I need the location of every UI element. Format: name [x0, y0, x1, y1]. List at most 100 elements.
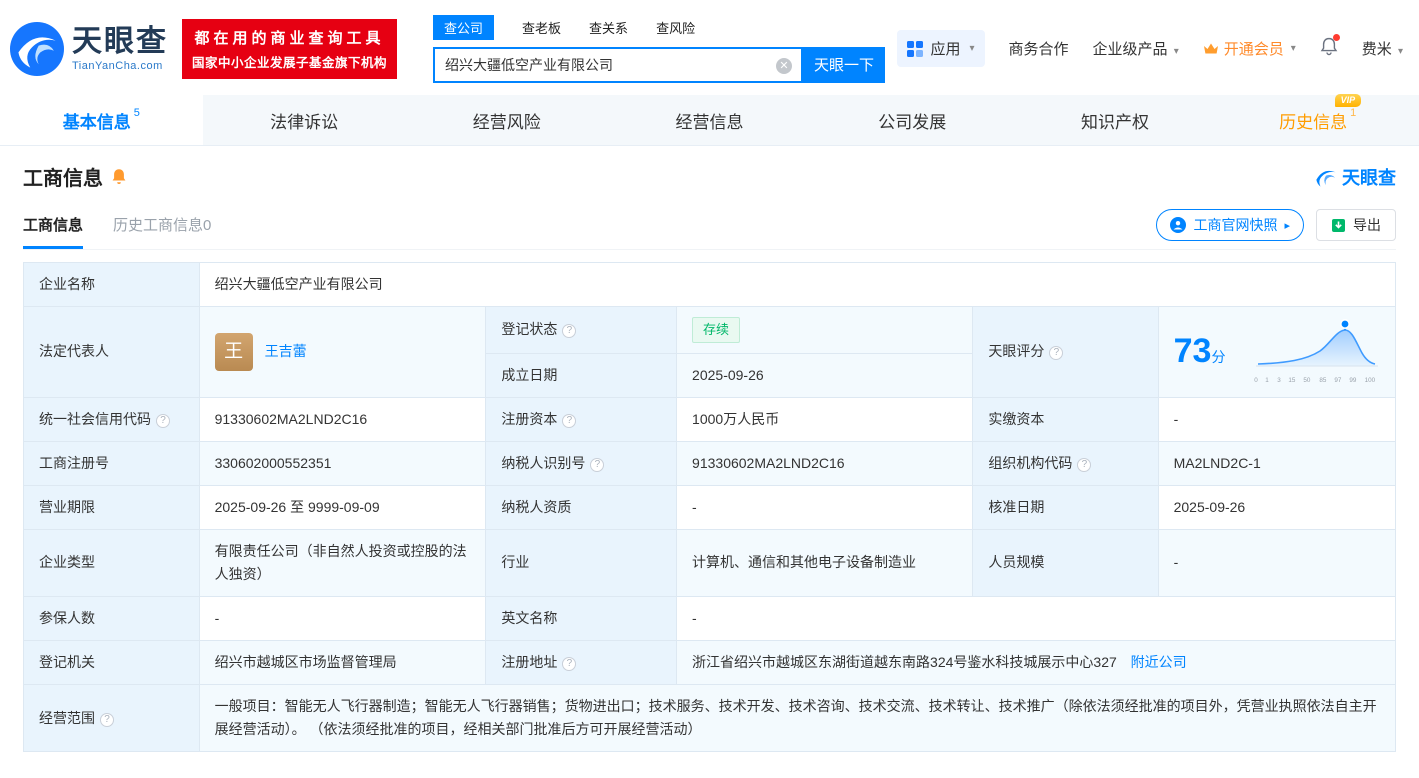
search-button[interactable]: 天眼一下	[803, 46, 886, 83]
banner-line1: 都在用的商业查询工具	[194, 29, 385, 47]
field-label: 企业类型	[23, 528, 200, 598]
legal-rep-link[interactable]: 王吉蕾	[265, 340, 307, 363]
subscribe-bell-icon[interactable]	[111, 168, 127, 186]
search-tab-relation[interactable]: 查关系	[589, 18, 628, 37]
subtab-history-business-info[interactable]: 历史工商信息0	[113, 214, 211, 249]
field-label: 登记状态?	[485, 306, 678, 354]
tianyancha-logo[interactable]: 天眼查 TianYanCha.com	[10, 21, 168, 76]
chevron-right-icon: ▸	[1284, 219, 1290, 232]
paid-capital-value: -	[1157, 396, 1397, 442]
field-label: 参保人数	[23, 596, 200, 642]
taxpayer-qualification-value: -	[676, 484, 974, 530]
tab-history-info[interactable]: 历史信息 VIP 1	[1216, 93, 1419, 145]
table-row: 参保人数 - 英文名称 -	[23, 596, 1396, 642]
search-tabs: 查公司 查老板 查关系 查风险	[433, 14, 885, 40]
banner-line2: 国家中小企业发展子基金旗下机构	[192, 55, 388, 70]
header-right-nav: 应用 ▾ 商务合作 企业级产品 ▾ 开通会员 ▾ 费米 ▾	[897, 30, 1403, 67]
score-unit: 分	[1211, 349, 1226, 366]
score-axis-labels: 0 1 3 15 50 85 97 99 100	[1254, 377, 1376, 384]
legal-rep-avatar[interactable]: 王	[214, 332, 253, 371]
enterprise-product-menu[interactable]: 企业级产品 ▾	[1093, 38, 1179, 59]
snapshot-badge-icon	[1170, 217, 1187, 233]
notifications-bell[interactable]	[1320, 34, 1340, 60]
apps-grid-icon	[907, 40, 924, 57]
field-label: 组织机构代码?	[972, 440, 1159, 486]
help-icon[interactable]: ?	[562, 413, 577, 428]
tianyan-score-cell[interactable]: 73分 0 1 3 15 50 85 97 99 100	[1157, 306, 1397, 398]
table-row: 工商注册号 330602000552351 纳税人识别号? 91330602MA…	[23, 440, 1397, 486]
table-row: 营业期限 2025-09-26 至 9999-09-09 纳税人资质 - 核准日…	[23, 484, 1397, 530]
search-input[interactable]	[435, 48, 802, 81]
reg-capital-value: 1000万人民币	[676, 396, 974, 442]
tab-legal-litigation[interactable]: 法律诉讼	[203, 95, 406, 145]
company-type-value: 有限责任公司（非自然人投资或控股的法人独资）	[198, 528, 487, 598]
field-label: 实缴资本	[972, 396, 1159, 442]
subtab-business-info[interactable]: 工商信息	[23, 214, 84, 249]
business-cooperation-link[interactable]: 商务合作	[1009, 38, 1069, 59]
field-label: 营业期限	[23, 484, 200, 530]
field-label: 注册地址?	[485, 640, 678, 686]
export-button[interactable]: 导出	[1316, 209, 1396, 241]
field-label: 英文名称	[485, 596, 678, 642]
apps-label: 应用	[930, 41, 961, 58]
field-label: 成立日期	[485, 352, 678, 398]
nearby-companies-link[interactable]: 附近公司	[1131, 654, 1187, 670]
score-distribution-chart: 0 1 3 15 50 85 97 99 100	[1254, 318, 1380, 387]
reg-authority-value: 绍兴市越城区市场监督管理局	[198, 640, 487, 686]
subtab-row: 工商信息 历史工商信息0 工商官网快照 ▸ 导出	[23, 209, 1396, 250]
approval-date-value: 2025-09-26	[1157, 484, 1397, 530]
user-menu[interactable]: 费米 ▾	[1362, 38, 1403, 59]
tab-badge: 5	[133, 107, 140, 119]
search-tab-boss[interactable]: 查老板	[522, 18, 561, 37]
industry-value: 计算机、通信和其他电子设备制造业	[676, 528, 974, 598]
notification-dot	[1332, 34, 1340, 41]
clear-search-icon[interactable]: ✕	[776, 57, 793, 74]
staff-size-value: -	[1157, 528, 1397, 598]
table-row: 登记机关 绍兴市越城区市场监督管理局 注册地址? 浙江省绍兴市越城区东湖街道越东…	[23, 640, 1396, 686]
tab-basic-info[interactable]: 基本信息 5	[0, 95, 203, 145]
export-icon	[1332, 218, 1345, 232]
status-badge: 存续	[692, 317, 741, 343]
tab-operation-risk[interactable]: 经营风险	[405, 95, 608, 145]
help-icon[interactable]: ?	[100, 712, 114, 727]
field-label: 工商注册号	[23, 440, 200, 486]
tianyancha-swoosh-icon	[1316, 170, 1336, 187]
business-scope-value: 一般项目：智能无人飞行器制造；智能无人飞行器销售；货物进出口；技术服务、技术开发…	[198, 684, 1397, 753]
apps-menu[interactable]: 应用 ▾	[897, 30, 985, 67]
chevron-down-icon: ▾	[1173, 46, 1179, 57]
field-label: 核准日期	[972, 484, 1159, 530]
field-label: 统一社会信用代码?	[23, 396, 200, 442]
establish-date-value: 2025-09-26	[676, 352, 974, 398]
table-row: 统一社会信用代码? 91330602MA2LND2C16 注册资本? 1000万…	[23, 396, 1397, 442]
tianyancha-logo-icon	[10, 21, 64, 76]
official-snapshot-button[interactable]: 工商官网快照 ▸	[1156, 209, 1304, 241]
open-vip-menu[interactable]: 开通会员 ▾	[1203, 38, 1296, 59]
help-icon[interactable]: ?	[1077, 457, 1092, 472]
help-icon[interactable]: ?	[590, 457, 605, 472]
help-icon[interactable]: ?	[562, 657, 577, 672]
credit-code-value: 91330602MA2LND2C16	[198, 396, 487, 442]
table-row: 企业名称 绍兴大疆低空产业有限公司	[23, 261, 1397, 308]
help-icon[interactable]: ?	[1049, 346, 1064, 361]
promo-banner: 都在用的商业查询工具 国家中小企业发展子基金旗下机构	[182, 18, 398, 79]
vip-badge: VIP	[1334, 93, 1362, 107]
field-label: 天眼评分?	[972, 306, 1159, 398]
search-box: ✕	[433, 46, 804, 83]
english-name-value: -	[676, 596, 1396, 642]
help-icon[interactable]: ?	[156, 413, 170, 428]
tab-operation-info[interactable]: 经营信息	[608, 95, 811, 145]
search-tab-risk[interactable]: 查风险	[656, 18, 695, 37]
insured-count-value: -	[198, 596, 487, 642]
search-tab-company[interactable]: 查公司	[433, 14, 495, 40]
business-info-section: 工商信息 天眼查 工商信息 历史工商信息0 工商官网快照 ▸ 导出 企业名称 绍…	[0, 146, 1419, 778]
tab-badge: 1	[1350, 107, 1357, 119]
help-icon[interactable]: ?	[562, 324, 577, 339]
company-nav-tabs: 基本信息 5 法律诉讼 经营风险 经营信息 公司发展 知识产权 历史信息 VIP …	[0, 93, 1419, 146]
table-row: 法定代表人 王 王吉蕾 登记状态? 存续 天眼评分? 73分 0 1 3 15 …	[23, 306, 1397, 398]
brand-domain: TianYanCha.com	[72, 59, 163, 72]
business-term-value: 2025-09-26 至 9999-09-09	[198, 484, 487, 530]
reg-address-value: 浙江省绍兴市越城区东湖街道越东南路324号鉴水科技城展示中心327 附近公司	[676, 640, 1396, 686]
score-value: 73	[1173, 332, 1212, 371]
tab-intellectual-property[interactable]: 知识产权	[1014, 95, 1217, 145]
tab-company-development[interactable]: 公司发展	[811, 95, 1014, 145]
